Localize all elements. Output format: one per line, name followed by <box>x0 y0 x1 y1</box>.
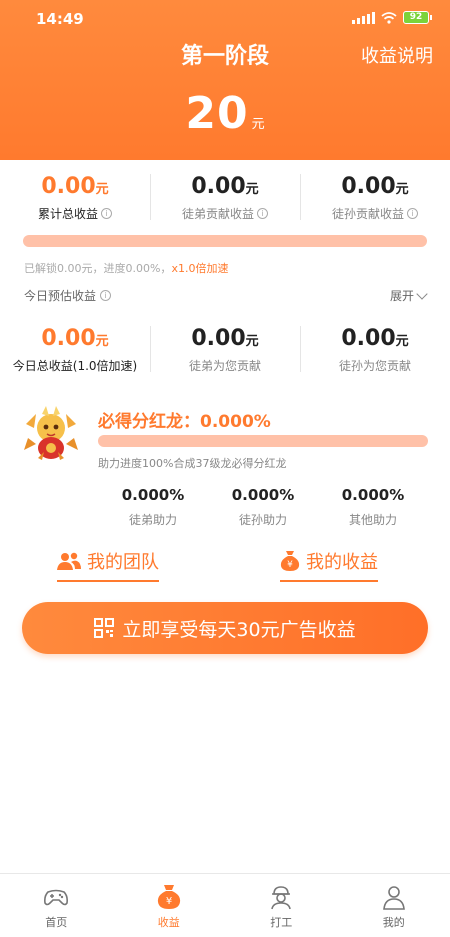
total-earnings-value: 0.00 <box>41 174 96 199</box>
total-earnings: 0.00元 累计总收益 i <box>0 174 150 222</box>
apprentice-earnings-value: 0.00 <box>191 174 246 199</box>
ad-earnings-button[interactable]: 立即享受每天30元广告收益 <box>22 602 428 654</box>
worker-icon <box>271 886 292 910</box>
today-apprentice: 0.00元 徒弟为您贡献 <box>150 326 300 374</box>
info-icon[interactable]: i <box>101 208 112 219</box>
info-icon[interactable]: i <box>257 208 268 219</box>
grand-apprentice-help-label: 徒孙助力 <box>238 513 287 527</box>
apprentice-earnings: 0.00元 徒弟贡献收益 i <box>150 174 300 222</box>
team-icon <box>57 552 81 570</box>
my-earnings-link[interactable]: ¥ 我的收益 <box>280 546 378 582</box>
svg-text:¥: ¥ <box>287 560 293 570</box>
apprentice-help: 0.000% 徒弟助力 <box>98 486 208 528</box>
today-grand-apprentice-value: 0.00 <box>341 326 396 351</box>
total-earnings-label: 累计总收益 <box>37 207 98 221</box>
money-bag-icon: ¥ <box>280 551 300 571</box>
speed-multiplier: x1.0倍加速 <box>171 262 229 275</box>
stage-amount: 20 元 <box>0 88 450 139</box>
dragon-note: 助力进度100%合成37级龙必得分红龙 <box>98 457 287 470</box>
header: 14:49 92 第一阶段 收益说明 20 元 <box>0 0 450 160</box>
signal-icon <box>352 11 375 24</box>
unlock-progress-bar <box>23 235 427 247</box>
other-help-label: 其他助力 <box>348 513 397 527</box>
grand-apprentice-earnings-label: 徒孙贡献收益 <box>331 207 404 221</box>
unlock-status-text: 已解锁0.00元，进度0.00%， <box>24 262 172 275</box>
gamepad-icon <box>44 889 69 906</box>
today-grand-apprentice: 0.00元 徒孙为您贡献 <box>300 326 450 374</box>
money-bag-icon: ¥ <box>157 885 180 909</box>
tab-me[interactable]: 我的 <box>338 874 450 937</box>
battery-cap <box>430 15 432 20</box>
chevron-down-icon <box>416 287 428 300</box>
today-estimate-label: 今日预估收益 i <box>24 287 112 304</box>
today-total-label: 今日总收益(1.0倍加速) <box>12 359 138 373</box>
today-apprentice-label: 徒弟为您贡献 <box>188 359 261 373</box>
today-total: 0.00元 今日总收益(1.0倍加速) <box>0 326 150 374</box>
svg-text:¥: ¥ <box>166 896 172 907</box>
my-team-link[interactable]: 我的团队 <box>57 546 159 582</box>
today-grand-apprentice-label: 徒孙为您贡献 <box>338 359 411 373</box>
qr-code-icon <box>94 618 115 638</box>
apprentice-help-label: 徒弟助力 <box>128 513 177 527</box>
grand-apprentice-earnings-value: 0.00 <box>341 174 396 199</box>
help-row: 0.000% 徒弟助力 0.000% 徒孙助力 0.000% 其他助力 <box>98 486 428 528</box>
other-help: 0.000% 其他助力 <box>318 486 428 528</box>
dragon-icon <box>24 406 78 460</box>
person-icon <box>382 886 405 910</box>
info-icon[interactable]: i <box>100 290 112 301</box>
status-bar: 14:49 92 <box>0 0 450 36</box>
tab-work[interactable]: 打工 <box>225 874 338 937</box>
bottom-tab-bar: 首页 ¥ 收益 打工 我的 <box>0 873 450 937</box>
dragon-progress-bar <box>98 435 428 447</box>
stage-amount-unit: 元 <box>251 117 265 132</box>
apprentice-earnings-label: 徒弟贡献收益 <box>181 207 254 221</box>
grand-apprentice-earnings: 0.00元 徒孙贡献收益 i <box>300 174 450 222</box>
earnings-explanation-link[interactable]: 收益说明 <box>361 42 433 68</box>
today-earnings-row: 0.00元 今日总收益(1.0倍加速) 0.00元 徒弟为您贡献 0.00元 徒… <box>0 326 450 374</box>
today-total-value: 0.00 <box>41 326 96 351</box>
info-icon[interactable]: i <box>407 208 418 219</box>
wifi-icon <box>381 11 397 24</box>
today-apprentice-value: 0.00 <box>191 326 246 351</box>
dragon-title: 必得分红龙：0.000% <box>98 412 271 432</box>
battery-icon: 92 <box>403 11 429 24</box>
unlock-status: 已解锁0.00元，进度0.00%，x1.0倍加速 <box>24 260 228 276</box>
apprentice-help-value: 0.000% <box>121 486 185 504</box>
total-earnings-row: 0.00元 累计总收益 i 0.00元 徒弟贡献收益 i 0.00元 徒孙贡献收益 i <box>0 174 450 222</box>
grand-apprentice-help-value: 0.000% <box>231 486 295 504</box>
other-help-value: 0.000% <box>341 486 405 504</box>
tab-earnings[interactable]: ¥ 收益 <box>113 874 226 937</box>
status-icons: 92 <box>352 11 432 24</box>
status-time: 14:49 <box>36 10 84 28</box>
tab-home[interactable]: 首页 <box>0 874 113 937</box>
expand-button[interactable]: 展开 <box>390 287 428 304</box>
grand-apprentice-help: 0.000% 徒孙助力 <box>208 486 318 528</box>
stage-amount-value: 20 <box>185 88 249 139</box>
